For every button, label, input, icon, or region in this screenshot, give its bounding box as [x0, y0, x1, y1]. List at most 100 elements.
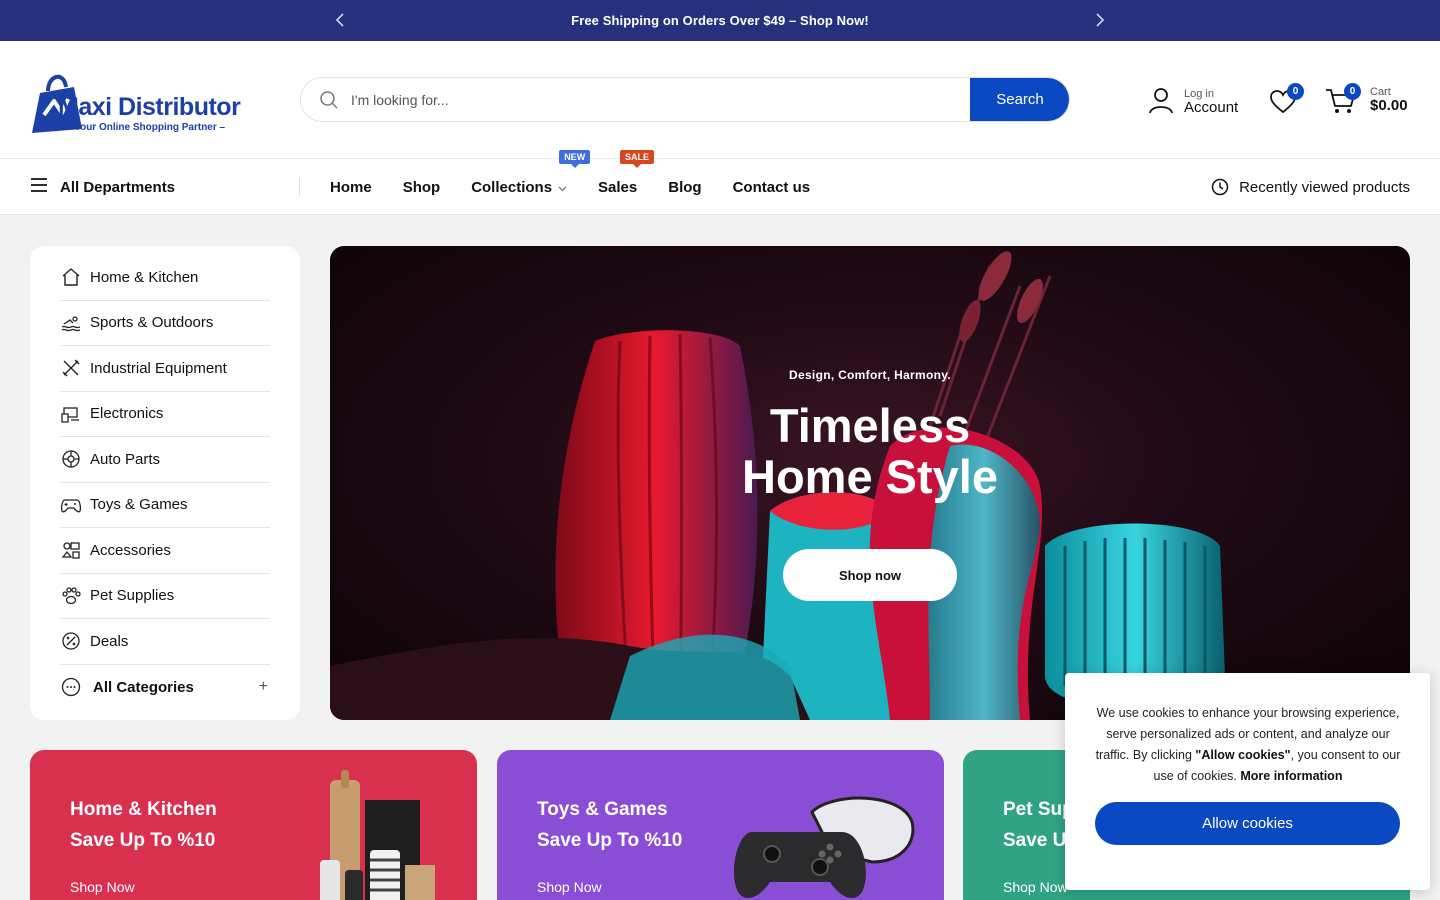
percent-badge-icon	[60, 630, 82, 652]
site-logo[interactable]: Maxi Distributor – Your Online Shopping …	[30, 65, 241, 135]
account-label: Account	[1184, 98, 1239, 116]
logo-name: Maxi Distributor	[58, 93, 241, 121]
user-icon	[1148, 86, 1174, 119]
promo-title-line: Save Up To %10	[537, 830, 683, 851]
announcement-message[interactable]: Free Shipping on Orders Over $49 – Shop …	[571, 13, 869, 28]
cart-total: $0.00	[1370, 97, 1408, 115]
tools-icon	[60, 357, 82, 379]
search-icon	[319, 90, 339, 115]
nav-item-contact[interactable]: Contact us	[733, 179, 811, 196]
announcement-bar: Free Shipping on Orders Over $49 – Shop …	[0, 0, 1440, 41]
cookie-consent-popup: We use cookies to enhance your browsing …	[1065, 673, 1430, 890]
shop-now-button[interactable]: Shop now	[783, 549, 957, 601]
chevron-left-icon[interactable]	[330, 10, 350, 30]
accessories-icon	[60, 539, 82, 561]
promo-shop-now-link[interactable]: Shop Now	[537, 879, 602, 895]
cookie-message: We use cookies to enhance your browsing …	[1093, 703, 1403, 787]
promo-card-toys-games[interactable]: Toys & Games Save Up To %10 Shop Now	[497, 750, 944, 900]
all-departments-label: All Departments	[60, 178, 176, 196]
clock-icon	[1211, 178, 1229, 196]
category-label: Deals	[90, 632, 129, 650]
hero-banner: Design, Comfort, Harmony. Timeless Home …	[330, 246, 1410, 720]
nav-item-collections[interactable]: Collections NEW	[471, 150, 591, 196]
category-item[interactable]: Home & Kitchen	[60, 255, 270, 301]
promo-title-line: Home & Kitchen	[70, 799, 217, 820]
promo-shop-now-link[interactable]: Shop Now	[70, 879, 135, 895]
cookie-highlight: "Allow cookies"	[1195, 748, 1291, 762]
recently-viewed-label: Recently viewed products	[1239, 178, 1410, 196]
all-categories-label: All Categories	[93, 678, 194, 696]
search-button[interactable]: Search	[970, 78, 1069, 121]
category-item[interactable]: Industrial Equipment	[60, 346, 270, 392]
category-label: Toys & Games	[90, 496, 188, 514]
more-dots-icon	[60, 676, 82, 698]
promo-title-line: Toys & Games	[537, 799, 668, 820]
new-tag-badge: NEW	[559, 150, 591, 168]
nav-item-label: Collections	[471, 179, 553, 196]
main-navigation: All Departments Home Shop Collections NE…	[0, 150, 1440, 216]
devices-icon	[60, 403, 82, 425]
nav-item-label: Contact us	[732, 179, 811, 196]
all-categories-toggle[interactable]: All Categories +	[60, 665, 270, 711]
promo-card-home-kitchen[interactable]: Home & Kitchen Save Up To %10 Shop Now	[30, 750, 477, 900]
nav-item-label: Sales	[598, 179, 638, 196]
wishlist-count-badge: 0	[1287, 83, 1304, 100]
account-link[interactable]: Log in Account	[1148, 85, 1238, 119]
allow-cookies-button[interactable]: Allow cookies	[1095, 802, 1400, 845]
nav-item-label: Shop	[402, 179, 441, 196]
nav-item-home[interactable]: Home	[330, 179, 372, 196]
chevron-right-icon[interactable]	[1090, 10, 1110, 30]
nav-item-label: Home	[330, 179, 372, 196]
category-label: Electronics	[90, 405, 164, 423]
promo-title-line: Save Up To %10	[70, 830, 216, 851]
category-item[interactable]: Sports & Outdoors	[60, 301, 270, 346]
nav-divider	[299, 178, 300, 196]
cart-count-badge: 0	[1344, 83, 1361, 100]
expand-plus-icon: +	[258, 678, 268, 696]
category-label: Sports & Outdoors	[90, 314, 214, 332]
search-bar: Search	[300, 77, 1070, 122]
category-label: Pet Supplies	[90, 587, 175, 605]
hero-title: Timeless Home Style	[330, 400, 1410, 502]
chevron-down-icon	[558, 179, 567, 196]
logo-tagline: – Your Online Shopping Partner –	[66, 122, 226, 133]
promo-title: Toys & Games Save Up To %10	[537, 794, 682, 856]
paw-icon	[60, 585, 82, 607]
category-label: Industrial Equipment	[90, 359, 227, 377]
hamburger-menu-icon	[30, 178, 48, 196]
category-item[interactable]: Electronics	[60, 392, 270, 437]
category-label: Home & Kitchen	[90, 268, 199, 286]
promo-shop-now-link[interactable]: Shop Now	[1003, 879, 1068, 895]
category-label: Accessories	[90, 541, 171, 559]
nav-item-blog[interactable]: Blog	[668, 179, 701, 196]
category-item[interactable]: Accessories	[60, 528, 270, 574]
category-sidebar: Home & Kitchen Sports & Outdoors Industr…	[30, 246, 300, 720]
category-item[interactable]: Pet Supplies	[60, 574, 270, 619]
sale-tag-badge: SALE	[620, 150, 655, 168]
house-icon	[60, 266, 82, 288]
search-input[interactable]	[351, 78, 961, 121]
swimmer-icon	[60, 312, 82, 334]
kitchen-products-image	[320, 770, 435, 900]
nav-item-sales[interactable]: Sales SALE	[598, 150, 655, 196]
wheel-icon	[60, 448, 82, 470]
hero-title-line: Home Style	[742, 450, 998, 503]
all-departments-toggle[interactable]: All Departments	[30, 178, 175, 196]
category-item[interactable]: Toys & Games	[60, 483, 270, 528]
login-label: Log in	[1184, 87, 1214, 100]
more-information-link[interactable]: More information	[1240, 769, 1342, 783]
category-item[interactable]: Deals	[60, 619, 270, 665]
site-header: Maxi Distributor – Your Online Shopping …	[0, 41, 1440, 158]
nav-item-shop[interactable]: Shop	[403, 179, 441, 196]
category-label: Auto Parts	[90, 450, 161, 468]
hero-subtitle: Design, Comfort, Harmony.	[789, 368, 951, 382]
nav-menu: Home Shop Collections NEW Sales SALE Blo…	[330, 150, 841, 216]
hero-title-line: Timeless	[769, 399, 971, 452]
recently-viewed-link[interactable]: Recently viewed products	[1211, 178, 1410, 196]
nav-item-label: Blog	[668, 179, 702, 196]
promo-title: Home & Kitchen Save Up To %10	[70, 794, 217, 856]
category-item[interactable]: Auto Parts	[60, 437, 270, 483]
gamepad-icon	[60, 494, 82, 516]
game-controller-vr-image	[733, 796, 915, 899]
wishlist-button[interactable]: 0	[1270, 83, 1304, 116]
